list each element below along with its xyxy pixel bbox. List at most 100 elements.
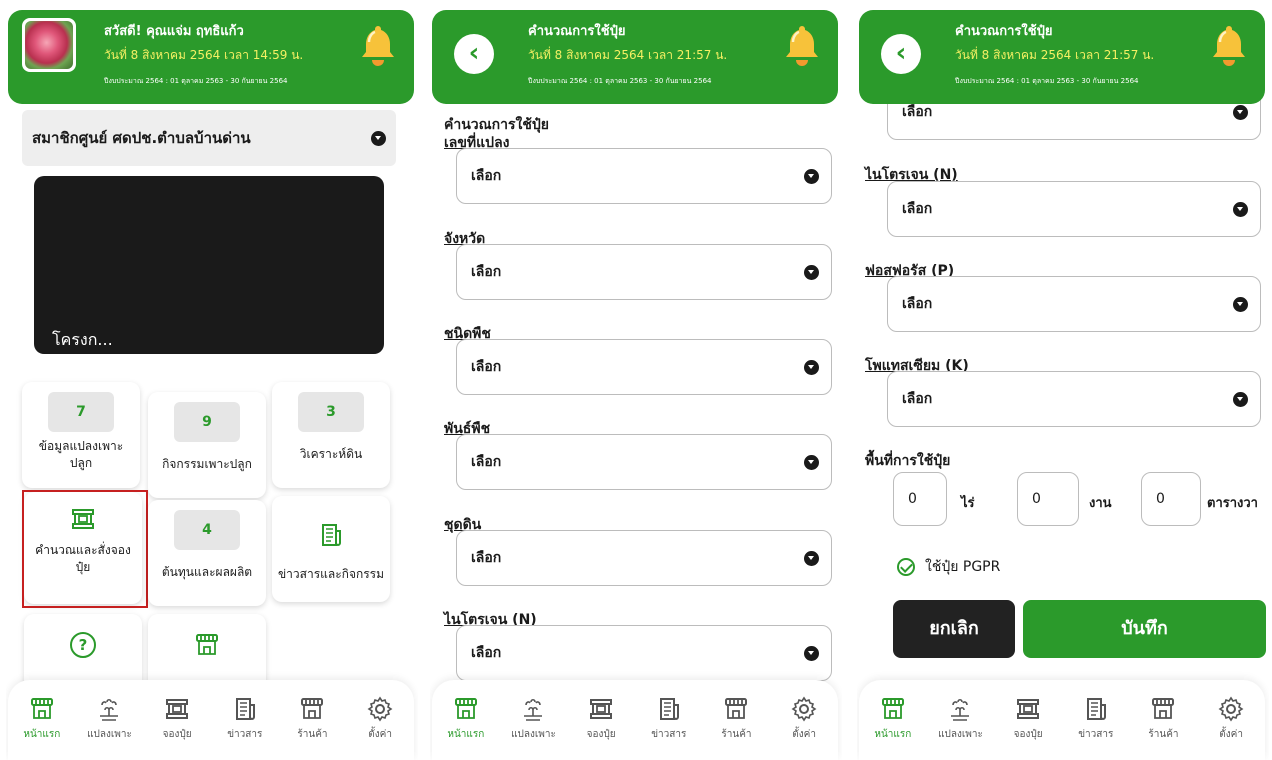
nav-label: แปลงเพาะ: [87, 729, 132, 740]
fiscal-year-text: ปีงบประมาณ 2564 : 01 ตุลาคม 2563 - 30 กั…: [955, 77, 1139, 85]
nav-news[interactable]: ข่าวสาร: [215, 696, 275, 760]
nitrogen-select[interactable]: เลือก: [887, 181, 1261, 237]
nav-settings[interactable]: ตั้งค่า: [350, 696, 410, 760]
news-icon: [318, 522, 344, 548]
tile-label: ข้อมูลแปลงเพาะปลูก: [38, 439, 124, 470]
bell-icon[interactable]: [358, 22, 398, 66]
nav-plots[interactable]: แปลงเพาะ: [503, 696, 563, 760]
tile-news[interactable]: ข่าวสารและกิจกรรม: [272, 496, 390, 602]
nav-label: ตั้งค่า: [1219, 729, 1243, 740]
select-value: เลือก: [902, 391, 933, 407]
page-title: คำนวณการใช้ปุ๋ย: [955, 24, 1053, 39]
potassium-select[interactable]: เลือก: [887, 371, 1261, 427]
unit-label: งาน: [1089, 496, 1112, 511]
home-screen: สวัสดี! คุณแจ่ม ฤทธิแก้ว วันที่ 8 สิงหาค…: [6, 0, 418, 760]
back-button[interactable]: ‹: [881, 34, 921, 74]
tile-count: 7: [48, 392, 114, 432]
nav-settings[interactable]: ตั้งค่า: [1201, 696, 1261, 760]
store-icon: [299, 696, 325, 722]
app-header: สวัสดี! คุณแจ่ม ฤทธิแก้ว วันที่ 8 สิงหาค…: [8, 10, 414, 104]
bottom-nav: หน้าแรก แปลงเพาะ จองปุ๋ย ข่าวสาร ร้านค้า…: [8, 680, 414, 760]
select-value: เลือก: [471, 359, 502, 375]
province-select[interactable]: เลือก: [456, 244, 832, 300]
chevron-down-icon: [804, 645, 819, 661]
date-text: วันที่ 8 สิงหาคม 2564 เวลา 21:57 น.: [528, 48, 728, 62]
tile-count: 4: [174, 510, 240, 550]
select-value: เลือก: [471, 645, 502, 661]
chevron-down-icon: [1233, 201, 1248, 217]
news-icon: [232, 696, 258, 722]
nav-news[interactable]: ข่าวสาร: [639, 696, 699, 760]
nav-fertilizer[interactable]: จองปุ๋ย: [571, 696, 631, 760]
nav-label: ร้านค้า: [297, 729, 328, 740]
nav-plots[interactable]: แปลงเพาะ: [79, 696, 139, 760]
crop-type-select[interactable]: เลือก: [456, 339, 832, 395]
chevron-down-icon: [1233, 104, 1248, 120]
nitrogen-select[interactable]: เลือก: [456, 625, 832, 681]
avatar[interactable]: [22, 18, 76, 72]
soil-series-select[interactable]: เลือก: [456, 530, 832, 586]
tile-label: ข่าวสารและกิจกรรม: [277, 567, 385, 581]
help-icon: ?: [70, 632, 96, 658]
video-player[interactable]: โครงก...: [34, 176, 384, 354]
phosphorus-select[interactable]: เลือก: [887, 276, 1261, 332]
nav-label: จองปุ๋ย: [162, 729, 192, 740]
nav-label: ตั้งค่า: [792, 729, 816, 740]
home-icon: [453, 696, 479, 722]
nav-store[interactable]: ร้านค้า: [1133, 696, 1193, 760]
date-text: วันที่ 8 สิงหาคม 2564 เวลา 21:57 น.: [955, 48, 1155, 62]
nav-home[interactable]: หน้าแรก: [12, 696, 72, 760]
video-caption: โครงก...: [52, 330, 113, 349]
nav-label: ร้านค้า: [721, 729, 752, 740]
select-value: เลือก: [471, 264, 502, 280]
nav-fertilizer[interactable]: จองปุ๋ย: [147, 696, 207, 760]
nav-home[interactable]: หน้าแรก: [863, 696, 923, 760]
ngan-input[interactable]: 0: [1017, 472, 1079, 526]
tile-cost-yield[interactable]: 4 ต้นทุนและผลผลิต: [148, 500, 266, 606]
chevron-down-icon: [1233, 296, 1248, 312]
member-select[interactable]: สมาชิกศูนย์ ศดปช.ตำบลบ้านด่าน: [22, 110, 396, 166]
calc-screen-bottom: เลือก ‹ คำนวณการใช้ปุ๋ย วันที่ 8 สิงหาคม…: [857, 0, 1269, 760]
check-circle-icon: [897, 558, 915, 576]
nav-store[interactable]: ร้านค้า: [282, 696, 342, 760]
plant-icon: [947, 696, 973, 722]
tile-activities[interactable]: 9 กิจกรรมเพาะปลูก: [148, 392, 266, 498]
pgpr-checkbox[interactable]: ใช้ปุ๋ย PGPR: [897, 556, 1000, 578]
tile-label: กิจกรรมเพาะปลูก: [162, 457, 252, 471]
nav-store[interactable]: ร้านค้า: [706, 696, 766, 760]
square-wa-input[interactable]: 0: [1141, 472, 1201, 526]
bell-icon[interactable]: [1209, 22, 1249, 66]
select-value: เลือก: [471, 168, 502, 184]
nav-news[interactable]: ข่าวสาร: [1066, 696, 1126, 760]
rai-input[interactable]: 0: [893, 472, 947, 526]
nav-label: ร้านค้า: [1148, 729, 1179, 740]
nav-home[interactable]: หน้าแรก: [436, 696, 496, 760]
unit-label: ไร่: [961, 496, 975, 511]
nav-label: ข่าวสาร: [227, 729, 263, 740]
cancel-button[interactable]: ยกเลิก: [893, 600, 1015, 658]
nav-label: แปลงเพาะ: [511, 729, 556, 740]
news-icon: [656, 696, 682, 722]
save-button[interactable]: บันทึก: [1023, 600, 1266, 658]
select-value: เลือก: [902, 296, 933, 312]
select-value: เลือก: [902, 104, 933, 120]
nav-label: ตั้งค่า: [368, 729, 392, 740]
news-icon: [1083, 696, 1109, 722]
select-value: เลือก: [902, 201, 933, 217]
gear-icon: [1218, 696, 1244, 722]
fertilizer-icon: [164, 696, 190, 722]
highlight-box: [22, 490, 148, 608]
fiscal-year-text: ปีงบประมาณ 2564 : 01 ตุลาคม 2563 - 30 กั…: [104, 77, 288, 85]
nav-fertilizer[interactable]: จองปุ๋ย: [998, 696, 1058, 760]
tile-soil-analysis[interactable]: 3 วิเคราะห์ดิน: [272, 382, 390, 488]
member-select-label: สมาชิกศูนย์ ศดปช.ตำบลบ้านด่าน: [32, 129, 251, 147]
nav-plots[interactable]: แปลงเพาะ: [930, 696, 990, 760]
tile-label: ต้นทุนและผลผลิต: [161, 565, 253, 579]
tile-plot-info[interactable]: 7 ข้อมูลแปลงเพาะปลูก: [22, 382, 140, 488]
bell-icon[interactable]: [782, 22, 822, 66]
crop-variety-select[interactable]: เลือก: [456, 434, 832, 490]
back-button[interactable]: ‹: [454, 34, 494, 74]
plot-number-select[interactable]: เลือก: [456, 148, 832, 204]
chevron-down-icon: [804, 550, 819, 566]
nav-settings[interactable]: ตั้งค่า: [774, 696, 834, 760]
